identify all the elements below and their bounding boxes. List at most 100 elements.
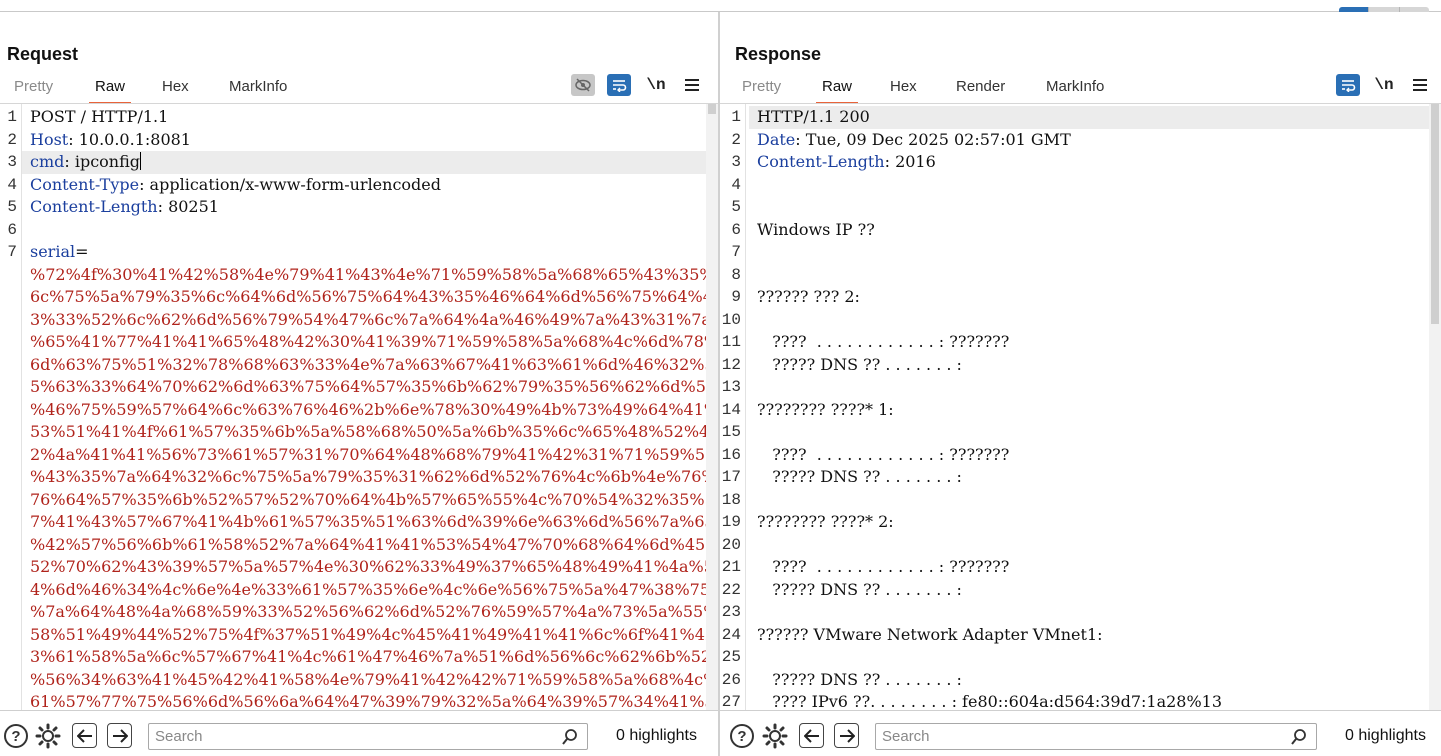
response-search[interactable] bbox=[875, 723, 1317, 750]
body-text: %7a%64%48%4a%68%59%33%52%56%62%6d%52%76%… bbox=[30, 602, 718, 621]
request-code[interactable]: POST / HTTP/1.1 Host: 10.0.0.1:8081 cmd: i… bbox=[22, 104, 718, 710]
arrow-left-icon[interactable] bbox=[72, 723, 97, 748]
body-text: 3%61%58%5a%6c%57%67%41%4c%61%47%46%7a%51… bbox=[30, 647, 718, 666]
menu-icon[interactable] bbox=[1408, 74, 1432, 96]
search-icon[interactable] bbox=[1290, 728, 1308, 751]
response-pane: Response Pretty Raw Hex Render MarkInfo … bbox=[720, 12, 1441, 756]
menu-icon[interactable] bbox=[680, 74, 704, 96]
body-text: %46%75%59%57%64%6c%63%76%46%2b%6e%78%30%… bbox=[30, 399, 718, 419]
code-line: Windows IP ?? bbox=[757, 219, 1431, 242]
line-text: ???? . . . . . . . . . . . . : ??????? bbox=[757, 332, 1010, 351]
line-number: 12 bbox=[721, 355, 741, 374]
code-line: 6d%63%75%51%32%78%68%63%33%4e%7a%63%67%4… bbox=[30, 354, 718, 377]
line-number: 5 bbox=[7, 198, 17, 216]
code-line: %72%4f%30%41%42%58%4e%79%41%43%4e%71%59%… bbox=[30, 264, 718, 287]
request-pane: Request Pretty Raw Hex MarkInfo \n 1 2 3 4 5… bbox=[0, 12, 718, 756]
newline-toggle[interactable]: \n bbox=[644, 74, 668, 96]
code-line: %46%75%59%57%64%6c%63%76%46%2b%6e%78%30%… bbox=[30, 399, 718, 422]
line-number: 3 bbox=[7, 153, 17, 171]
arrow-right-icon[interactable] bbox=[834, 723, 859, 748]
code-line: ???? . . . . . . . . . . . . : ??????? bbox=[757, 331, 1431, 354]
header-value: Tue, 09 Dec 2025 02:57:01 GMT bbox=[800, 129, 1071, 149]
request-search[interactable] bbox=[148, 723, 588, 750]
gear-icon[interactable] bbox=[762, 723, 788, 749]
search-icon[interactable] bbox=[561, 728, 579, 751]
body-text: 58%51%49%44%52%75%4f%37%51%49%4c%45%41%4… bbox=[30, 624, 718, 644]
tab-markinfo[interactable]: MarkInfo bbox=[223, 76, 293, 104]
arrow-left-icon[interactable] bbox=[799, 723, 824, 748]
code-line: 58%51%49%44%52%75%4f%37%51%49%4c%45%41%4… bbox=[30, 624, 718, 647]
help-icon[interactable]: ? bbox=[729, 723, 755, 749]
wrap-lines-icon[interactable] bbox=[607, 74, 631, 96]
body-text: %43%35%7a%64%32%6c%75%5a%79%35%31%62%6d%… bbox=[30, 467, 718, 486]
line-text: ???????? ????* 2: bbox=[757, 512, 894, 531]
tab-pretty[interactable]: Pretty bbox=[736, 76, 787, 104]
code-line: ????? DNS ?? . . . . . . . : bbox=[757, 669, 1431, 692]
tab-pretty[interactable]: Pretty bbox=[8, 76, 59, 104]
search-input[interactable] bbox=[149, 724, 544, 749]
line-number: 2 bbox=[7, 130, 17, 149]
line-number: 9 bbox=[731, 288, 741, 306]
code-line: 2%4a%41%41%56%73%61%57%31%70%64%48%68%79… bbox=[30, 444, 718, 467]
header-name: cmd bbox=[30, 152, 65, 171]
code-line: Host: 10.0.0.1:8081 bbox=[30, 129, 708, 152]
code-line: ????? DNS ?? . . . . . . . : bbox=[757, 579, 1431, 602]
search-input[interactable] bbox=[876, 724, 1272, 749]
eye-off-icon[interactable] bbox=[571, 74, 595, 96]
line-number: 25 bbox=[721, 648, 741, 666]
body-text: %56%34%63%41%45%42%41%58%4e%79%41%42%42%… bbox=[30, 669, 718, 689]
text-caret bbox=[140, 152, 142, 170]
code-line: ?????? VMware Network Adapter VMnet1: bbox=[757, 624, 1431, 647]
body-text: 61%57%77%75%56%6d%56%6a%64%47%39%79%32%5… bbox=[30, 692, 718, 710]
tab-render[interactable]: Render bbox=[950, 76, 1011, 104]
tab-raw[interactable]: Raw bbox=[89, 76, 132, 104]
highlights-count: 0 highlights bbox=[616, 727, 697, 744]
line-gutter: 1 2 3 4 5 6 7 8 9 10 11 12 13 14 15 16 17 18 19 20 21 22 23 24 2… bbox=[720, 104, 746, 710]
help-icon[interactable]: ? bbox=[3, 723, 29, 749]
header-name: Host bbox=[30, 129, 69, 149]
line-number: 18 bbox=[721, 490, 741, 509]
body-text: 7%41%43%57%67%41%4b%61%57%35%51%63%6d%39… bbox=[30, 512, 718, 531]
code-line: ????? DNS ?? . . . . . . . : bbox=[757, 466, 1431, 489]
response-title: Response bbox=[735, 44, 822, 64]
header-value: 10.0.0.1:8081 bbox=[73, 129, 191, 149]
line-text: ?????? ??? 2: bbox=[757, 287, 860, 306]
arrow-right-icon[interactable] bbox=[107, 723, 132, 748]
line-number: 2 bbox=[731, 130, 741, 149]
newline-label: \n bbox=[1374, 76, 1394, 94]
wrap-lines-icon[interactable] bbox=[1336, 74, 1360, 96]
tab-hex[interactable]: Hex bbox=[156, 76, 195, 104]
line-number: 20 bbox=[721, 535, 741, 554]
tab-markinfo[interactable]: MarkInfo bbox=[1040, 76, 1110, 104]
code-line: cmd: ipconfig bbox=[22, 151, 708, 174]
response-code[interactable]: HTTP/1.1 200 Date: Tue, 09 Dec 2025 02:57… bbox=[749, 104, 1431, 710]
line-text: ???? . . . . . . . . . . . . : ??????? bbox=[757, 557, 1010, 576]
tab-raw[interactable]: Raw bbox=[816, 76, 859, 104]
header-name: Content-Type bbox=[30, 174, 140, 194]
header-name: Content-Length bbox=[30, 197, 158, 216]
code-line: %65%41%77%41%41%65%48%42%30%41%39%71%59%… bbox=[30, 331, 718, 354]
body-text: %72%4f%30%41%42%58%4e%79%41%43%4e%71%59%… bbox=[30, 264, 718, 284]
gear-icon[interactable] bbox=[35, 723, 61, 749]
code-line: 7%41%43%57%67%41%4b%61%57%35%51%63%6d%39… bbox=[30, 511, 718, 534]
line-text: ?????? VMware Network Adapter VMnet1: bbox=[757, 624, 1103, 644]
response-editor[interactable]: 1 2 3 4 5 6 7 8 9 10 11 12 13 14 15 16 17 18 19 20 21 22 23 24 2… bbox=[720, 104, 1441, 710]
line-number: 7 bbox=[7, 243, 17, 261]
request-editor[interactable]: 1 2 3 4 5 6 7 POST / HTTP/1.1 Host: 10.0.0.1:80… bbox=[0, 104, 718, 710]
header-value: application/x-www-form-urlencoded bbox=[144, 174, 441, 194]
code-line: Content-Type: application/x-www-form-url… bbox=[30, 174, 708, 197]
line-number: 26 bbox=[721, 670, 741, 689]
response-footer: ? 0 highlights bbox=[720, 710, 1441, 756]
body-text: %42%57%56%6b%61%58%52%7a%64%41%41%53%54%… bbox=[30, 534, 718, 554]
newline-toggle[interactable]: \n bbox=[1372, 74, 1396, 96]
line-text: ????? DNS ?? . . . . . . . : bbox=[757, 669, 962, 689]
body-text: 4%6d%46%34%4c%6e%4e%33%61%57%35%6e%4c%6e… bbox=[30, 579, 718, 599]
response-scrollbar[interactable] bbox=[1429, 104, 1441, 710]
request-scrollbar[interactable] bbox=[706, 104, 718, 710]
tab-hex[interactable]: Hex bbox=[884, 76, 923, 104]
code-line: ???? IPv6 ??. . . . . . . . : fe80::604a… bbox=[757, 691, 1431, 710]
body-text: 5%63%33%64%70%62%6d%63%75%64%57%35%6b%62… bbox=[30, 377, 718, 396]
